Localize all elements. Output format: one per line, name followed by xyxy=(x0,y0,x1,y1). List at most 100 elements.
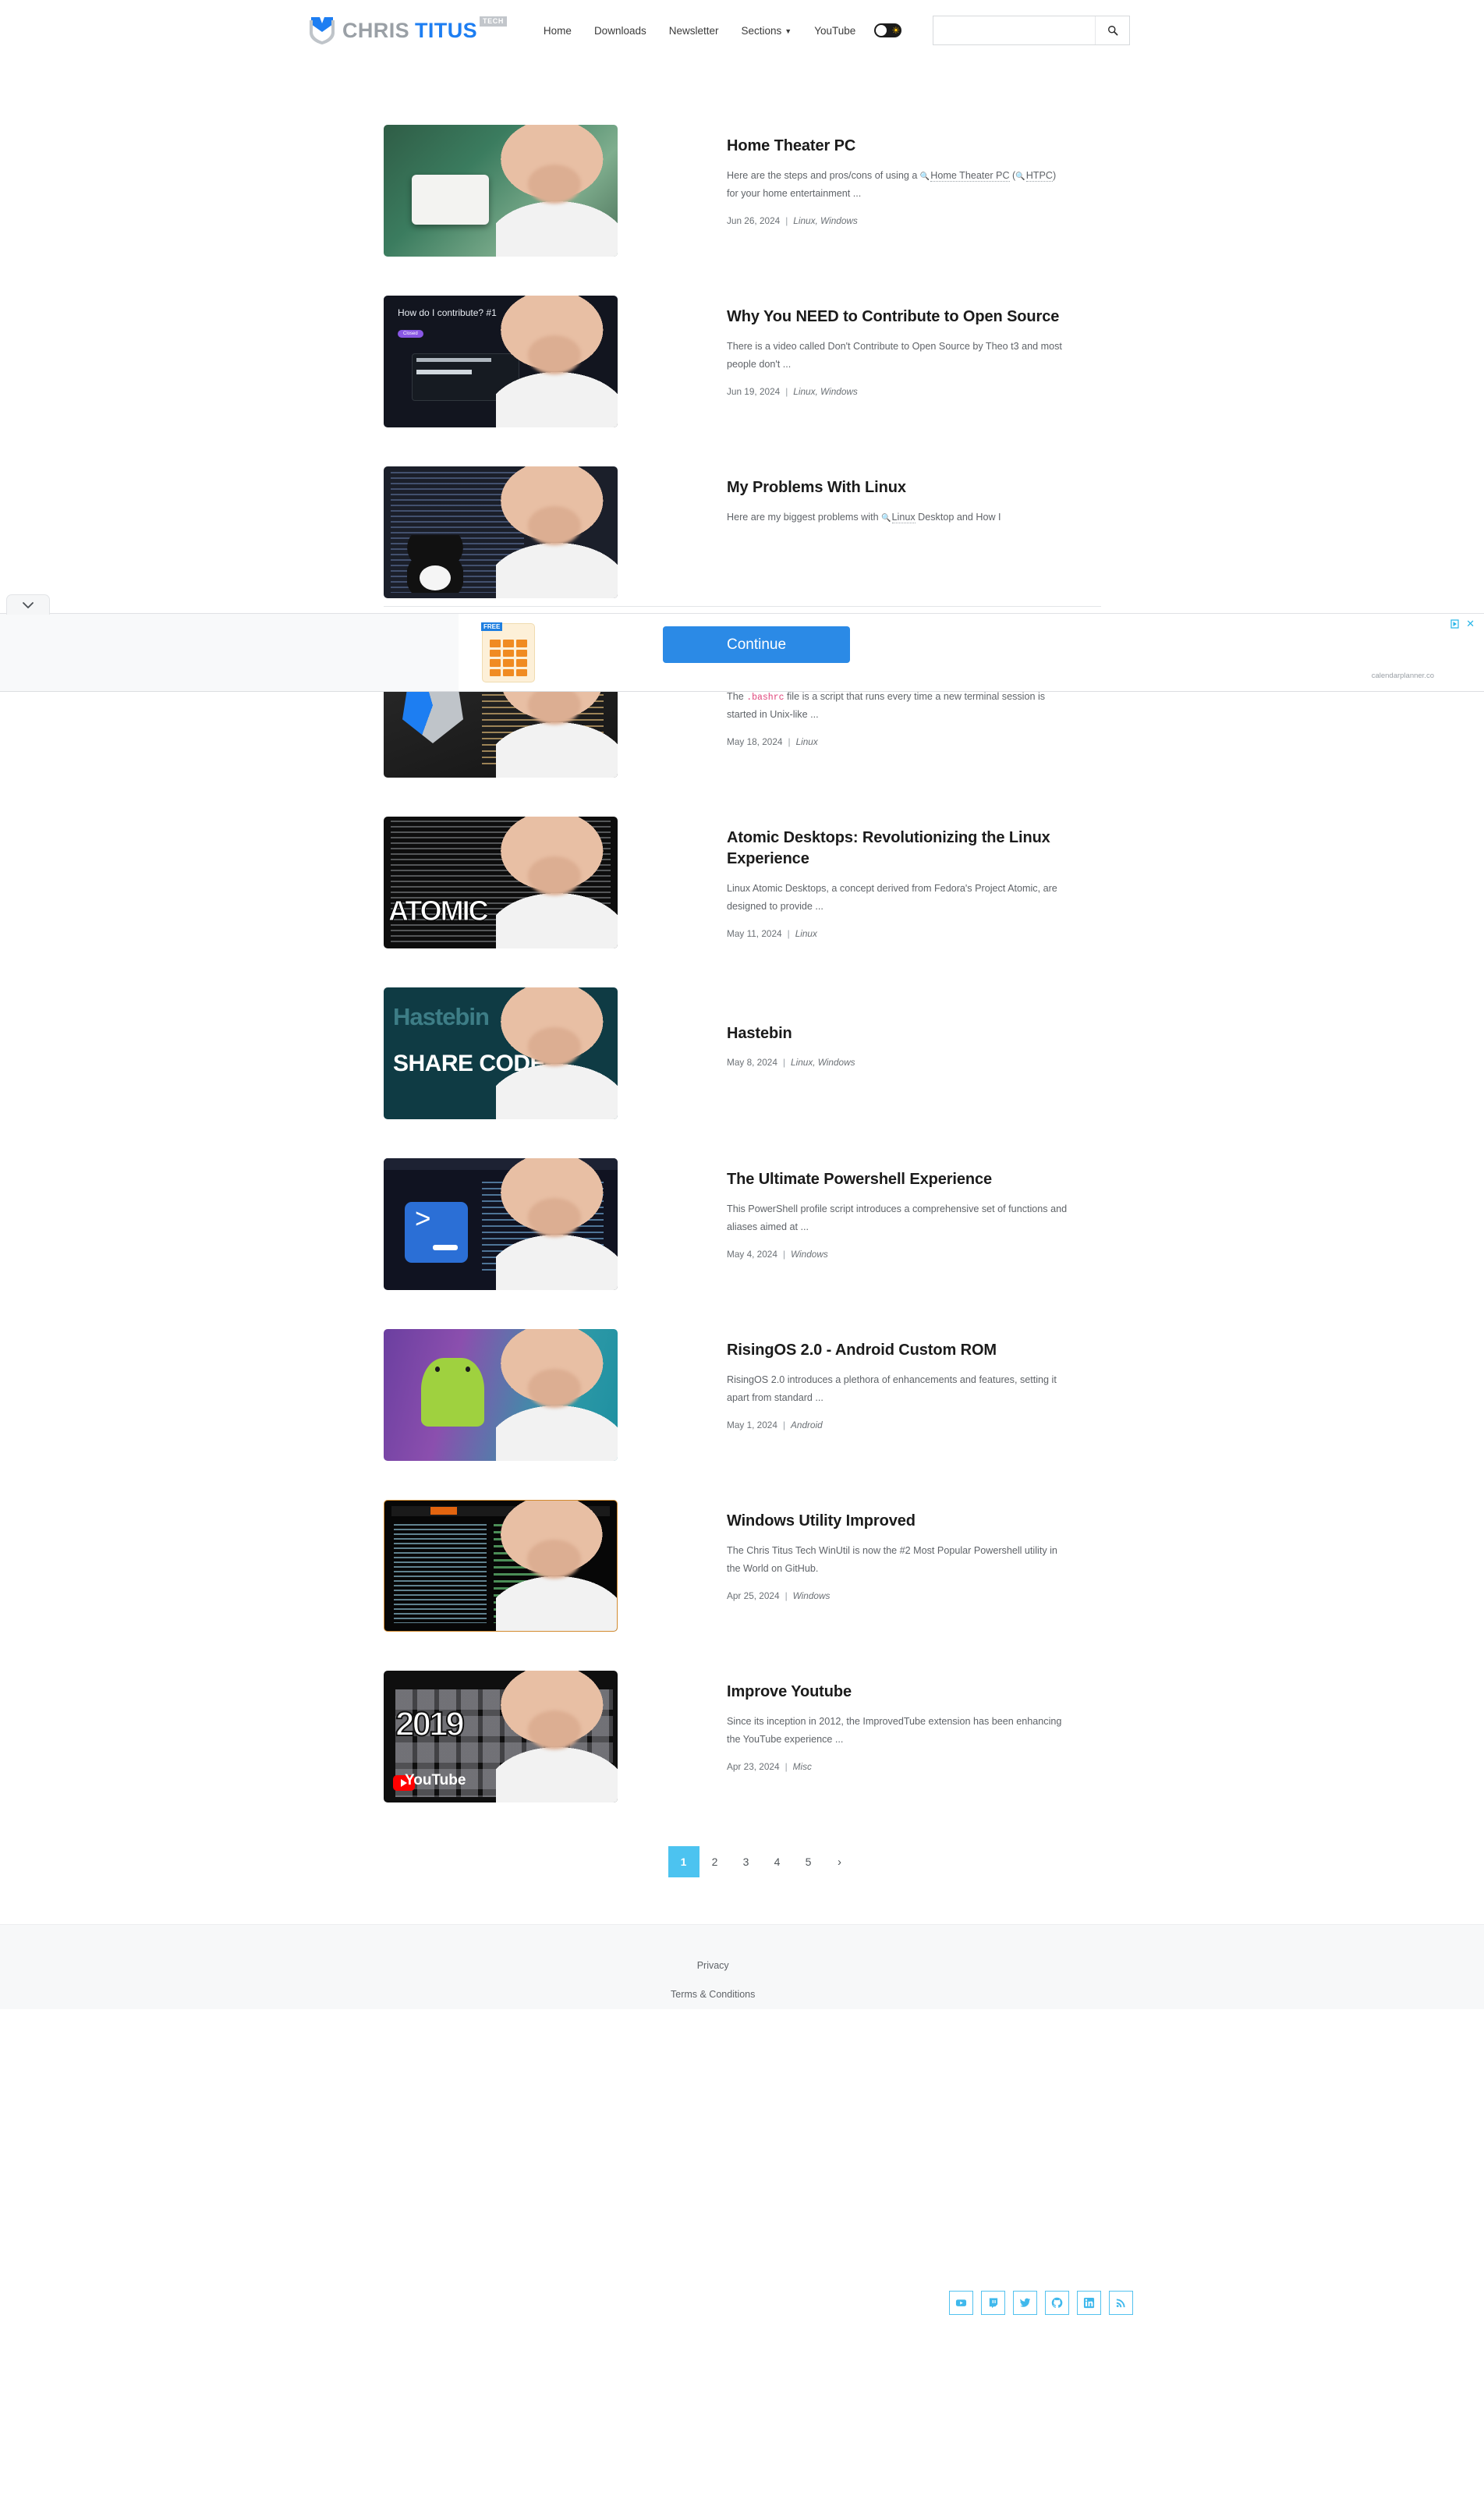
post-categories[interactable]: Windows xyxy=(791,1249,828,1260)
nav-label: Downloads xyxy=(593,24,646,37)
thumb-portrait-art xyxy=(496,296,618,427)
main-navigation: Home Downloads Newsletter Sections ▼ You… xyxy=(544,25,855,37)
meta-separator: | xyxy=(787,927,790,939)
twitter-icon xyxy=(1019,2298,1031,2307)
post-thumbnail-link[interactable] xyxy=(384,1329,618,1461)
post-meta: Apr 25, 2024 | Windows xyxy=(727,1590,1070,1601)
ad-thumbnail[interactable]: FREE xyxy=(481,622,535,682)
post-categories[interactable]: Linux, Windows xyxy=(793,215,858,226)
post-thumbnail-link[interactable] xyxy=(384,1158,618,1290)
post-item: RisingOS 2.0 - Android Custom ROM Rising… xyxy=(384,1329,1101,1461)
ad-continue-button[interactable]: Continue xyxy=(663,626,850,663)
pagination-page-1[interactable]: 1 xyxy=(668,1846,699,1877)
post-thumbnail-link[interactable] xyxy=(384,125,618,257)
post-categories[interactable]: Linux xyxy=(795,928,817,939)
post-categories[interactable]: Misc xyxy=(793,1761,812,1772)
brand-wordmark: CHRIS TITUS TECH xyxy=(342,16,507,42)
adchoices-icon[interactable] xyxy=(1450,619,1461,629)
ad-free-badge: FREE xyxy=(481,622,503,631)
pagination-page-5[interactable]: 5 xyxy=(793,1846,824,1877)
post-title[interactable]: Atomic Desktops: Revolutionizing the Lin… xyxy=(727,828,1070,870)
post-meta: May 4, 2024 | Windows xyxy=(727,1249,1070,1260)
contribute-thumbnail: How do I contribute? #1 Closed xyxy=(384,296,618,427)
post-date: Apr 23, 2024 xyxy=(727,1760,780,1772)
post-item: Hastebin SHARE CODE Hastebin May 8, 2024… xyxy=(384,987,1101,1119)
post-categories[interactable]: Linux, Windows xyxy=(791,1057,855,1068)
post-thumbnail-link[interactable]: How do I contribute? #1 Closed xyxy=(384,296,618,427)
ad-collapse-button[interactable] xyxy=(6,594,50,615)
social-link-rss[interactable] xyxy=(1109,2291,1133,2315)
social-link-linkedin[interactable] xyxy=(1077,2291,1101,2315)
post-thumbnail-link[interactable] xyxy=(384,1500,618,1632)
post-title[interactable]: Home Theater PC xyxy=(727,136,1070,157)
pagination-page-4[interactable]: 4 xyxy=(762,1846,793,1877)
post-categories[interactable]: Windows xyxy=(793,1590,831,1601)
footer-links: Privacy Terms & Conditions xyxy=(671,1960,755,2000)
post-categories[interactable]: Linux, Windows xyxy=(793,386,858,397)
chevron-down-icon: ▼ xyxy=(785,27,792,35)
magnifier-icon: 🔍 xyxy=(1015,172,1025,181)
social-link-twitter[interactable] xyxy=(1013,2291,1037,2315)
ad-choices: ✕ xyxy=(1450,618,1475,630)
chevron-down-icon xyxy=(23,601,34,608)
nav-item-downloads[interactable]: Downloads xyxy=(594,25,646,37)
magnifier-icon: 🔍 xyxy=(881,514,891,523)
excerpt-text: The xyxy=(727,691,747,702)
post-meta: Apr 23, 2024 | Misc xyxy=(727,1761,1070,1772)
post-title[interactable]: Hastebin xyxy=(727,1023,1070,1044)
post-title[interactable]: Why You NEED to Contribute to Open Sourc… xyxy=(727,307,1070,328)
excerpt-intent-link[interactable]: Linux xyxy=(891,512,916,523)
excerpt-intent-link[interactable]: HTPC xyxy=(1025,170,1053,182)
post-title[interactable]: The Ultimate Powershell Experience xyxy=(727,1169,1070,1190)
post-categories[interactable]: Linux xyxy=(796,736,818,747)
social-link-youtube[interactable] xyxy=(949,2291,973,2315)
thumb-word-text: ATOMIC xyxy=(388,894,490,927)
thumb-portrait-art xyxy=(496,1671,618,1802)
powershell-thumbnail xyxy=(384,1158,618,1290)
linkedin-icon xyxy=(1083,2297,1095,2309)
social-link-github[interactable] xyxy=(1045,2291,1069,2315)
search-button[interactable] xyxy=(1095,16,1129,44)
twitch-icon xyxy=(989,2298,998,2309)
post-title[interactable]: My Problems With Linux xyxy=(727,477,1070,498)
thumb-title-text: How do I contribute? #1 xyxy=(398,307,497,319)
pagination-next-button[interactable]: › xyxy=(824,1846,855,1877)
footer-link-privacy[interactable]: Privacy xyxy=(697,1960,729,1971)
post-date: May 8, 2024 xyxy=(727,1057,777,1068)
post-meta: May 8, 2024 | Linux, Windows xyxy=(727,1057,1070,1068)
post-date: May 4, 2024 xyxy=(727,1248,777,1260)
post-title[interactable]: RisingOS 2.0 - Android Custom ROM xyxy=(727,1340,1070,1361)
site-footer: Privacy Terms & Conditions xyxy=(0,1924,1484,2009)
thumb-portrait-art xyxy=(496,1329,618,1461)
post-date: May 18, 2024 xyxy=(727,736,783,747)
meta-separator: | xyxy=(785,385,788,397)
nav-item-youtube[interactable]: YouTube xyxy=(814,25,855,37)
pagination-page-3[interactable]: 3 xyxy=(731,1846,762,1877)
post-title[interactable]: Windows Utility Improved xyxy=(727,1511,1070,1532)
thumb-status-badge: Closed xyxy=(398,329,423,338)
dark-mode-toggle[interactable]: ☀ xyxy=(874,23,902,37)
excerpt-intent-link[interactable]: Home Theater PC xyxy=(930,170,1010,182)
thumb-portrait-art xyxy=(496,987,618,1119)
nav-item-home[interactable]: Home xyxy=(544,25,572,37)
post-thumbnail-link[interactable] xyxy=(384,466,618,598)
post-title[interactable]: Improve Youtube xyxy=(727,1682,1070,1703)
post-thumbnail-link[interactable]: 2019 YouTube xyxy=(384,1671,618,1802)
post-categories[interactable]: Android xyxy=(791,1420,823,1430)
pagination-page-2[interactable]: 2 xyxy=(699,1846,731,1877)
brand-titus: TITUS xyxy=(415,18,478,42)
post-thumbnail-link[interactable]: ATOMIC xyxy=(384,817,618,948)
nav-item-sections[interactable]: Sections ▼ xyxy=(742,25,792,37)
social-link-twitch[interactable] xyxy=(981,2291,1005,2315)
thumb-word-line1: Hastebin xyxy=(393,1003,490,1031)
ad-close-button[interactable]: ✕ xyxy=(1466,618,1475,630)
nav-item-newsletter[interactable]: Newsletter xyxy=(669,25,719,37)
youtube-icon xyxy=(955,2299,967,2306)
post-excerpt: Here are my biggest problems with 🔍 Linux… xyxy=(727,509,1070,526)
post-thumbnail-link[interactable]: Hastebin SHARE CODE xyxy=(384,987,618,1119)
site-logo[interactable]: CHRIS TITUS TECH xyxy=(309,16,507,45)
post-meta: May 18, 2024 | Linux xyxy=(727,736,1070,747)
search-input[interactable] xyxy=(933,16,1096,44)
footer-link-terms[interactable]: Terms & Conditions xyxy=(671,1989,755,2000)
meta-separator: | xyxy=(782,1419,786,1430)
